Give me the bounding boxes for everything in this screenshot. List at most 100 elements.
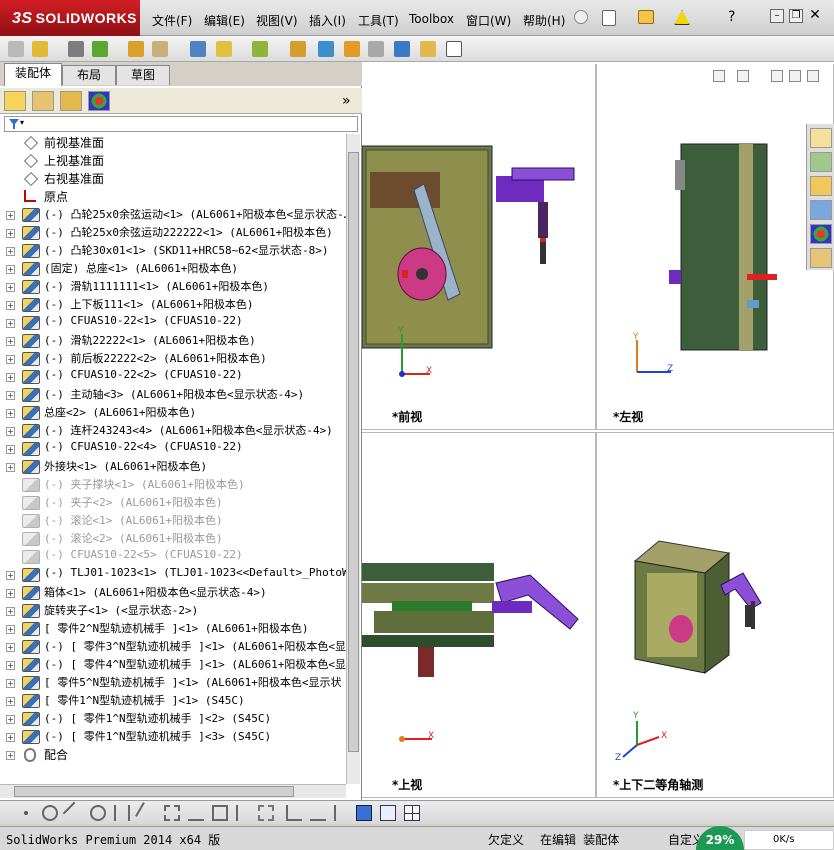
tree-item[interactable]: (-) 滚论<2> (AL6061+阳极本色)	[0, 530, 346, 548]
tree-item[interactable]: + 旋转夹子<1> (<显示状态-2>)	[0, 602, 346, 620]
tree-item[interactable]: + (-) 前后板22222<2> (AL6061+阳极本色)	[0, 350, 346, 368]
menu-edit[interactable]: 编辑(E)	[204, 12, 245, 29]
tree-item[interactable]: + 箱体<1> (AL6061+阳极本色<显示状态-4>)	[0, 584, 346, 602]
solidworks-resources-icon[interactable]	[810, 128, 832, 148]
offset-icon[interactable]	[164, 805, 180, 821]
scrollbar-thumb[interactable]	[348, 152, 359, 752]
warning-icon[interactable]	[674, 10, 690, 25]
instant3d-icon[interactable]	[446, 41, 462, 57]
menu-insert[interactable]: 插入(I)	[309, 12, 346, 29]
menu-toolbox[interactable]: Toolbox	[409, 12, 454, 26]
reference-geometry-icon[interactable]	[252, 41, 268, 57]
expand-toggle-icon[interactable]: +	[6, 427, 15, 436]
exploded-view-icon[interactable]	[344, 41, 360, 57]
tree-item[interactable]: + 配合	[0, 746, 346, 764]
interference-detection-icon[interactable]	[394, 41, 410, 57]
tree-item[interactable]: 前视基准面	[0, 134, 346, 152]
tree-item[interactable]: + [ 零件1^N型轨迹机械手 ]<1> (S45C)	[0, 692, 346, 710]
expand-toggle-icon[interactable]: +	[6, 571, 15, 580]
expand-toggle-icon[interactable]: +	[6, 445, 15, 454]
smart-dimension-icon[interactable]	[286, 805, 302, 821]
expand-toggle-icon[interactable]: +	[6, 373, 15, 382]
expand-toggle-icon[interactable]: +	[6, 697, 15, 706]
smart-fasteners-icon[interactable]	[128, 41, 144, 57]
custom-properties-icon[interactable]	[810, 248, 832, 268]
tab-layout[interactable]: 布局	[62, 65, 116, 85]
point-icon[interactable]	[24, 811, 28, 815]
expand-toggle-icon[interactable]: +	[6, 229, 15, 238]
tree-item[interactable]: 右视基准面	[0, 170, 346, 188]
tree-item[interactable]: + (-) CFUAS10-22<1> (CFUAS10-22)	[0, 314, 346, 332]
move-component-icon[interactable]	[152, 41, 168, 57]
expand-toggle-icon[interactable]: +	[6, 265, 15, 274]
tree-item[interactable]: + (-) 上下板111<1> (AL6061+阳极本色)	[0, 296, 346, 314]
tree-item[interactable]: + (-) 滑轨1111111<1> (AL6061+阳极本色)	[0, 278, 346, 296]
bill-of-materials-icon[interactable]	[318, 41, 334, 57]
tree-item[interactable]: (-) 夹子<2> (AL6061+阳极本色)	[0, 494, 346, 512]
appearances-scenes-icon[interactable]	[810, 224, 832, 244]
tree-filter[interactable]: ▾	[4, 116, 358, 132]
expand-toggle-icon[interactable]: +	[6, 211, 15, 220]
expand-toggle-icon[interactable]: +	[6, 319, 15, 328]
clearance-verification-icon[interactable]	[420, 41, 436, 57]
circle-icon[interactable]	[42, 805, 58, 821]
feature-manager-icon[interactable]	[4, 91, 26, 111]
shaded-display-icon[interactable]	[356, 805, 372, 821]
tab-sketch[interactable]: 草图	[116, 65, 170, 85]
file-explorer-icon[interactable]	[810, 176, 832, 196]
expand-toggle-icon[interactable]: +	[6, 283, 15, 292]
explode-line-sketch-icon[interactable]	[368, 41, 384, 57]
close-button[interactable]: ✕	[808, 8, 822, 23]
assembly-icon[interactable]	[8, 41, 24, 57]
mirror-icon[interactable]	[188, 805, 204, 821]
tab-assembly[interactable]: 装配体	[4, 63, 62, 86]
pin-icon[interactable]	[574, 10, 588, 24]
menu-window[interactable]: 窗口(W)	[466, 12, 511, 29]
tree-item[interactable]: + 外接块<1> (AL6061+阳极本色)	[0, 458, 346, 476]
convert-entities-icon[interactable]	[258, 805, 274, 821]
tree-item[interactable]: + (-) TLJ01-1023<1> (TLJ01-1023<<Default>…	[0, 566, 346, 584]
viewport-unlink-icon[interactable]	[737, 70, 749, 82]
linear-pattern-icon[interactable]	[92, 41, 108, 57]
expand-toggle-icon[interactable]: +	[6, 643, 15, 652]
four-view-icon[interactable]	[404, 805, 420, 821]
expand-toggle-icon[interactable]: +	[6, 355, 15, 364]
expand-toggle-icon[interactable]: +	[6, 391, 15, 400]
rectangle-icon[interactable]	[212, 805, 228, 821]
minimize-button[interactable]: –	[770, 9, 784, 23]
expand-toggle-icon[interactable]: +	[6, 715, 15, 724]
menu-help[interactable]: 帮助(H)	[523, 12, 565, 29]
viewport-front[interactable]: X Y *前视	[362, 64, 596, 430]
configuration-manager-icon[interactable]	[60, 91, 82, 111]
tree-item[interactable]: + 总座<2> (AL6061+阳极本色)	[0, 404, 346, 422]
expand-toggle-icon[interactable]: +	[6, 337, 15, 346]
show-hidden-icon[interactable]	[190, 41, 206, 57]
single-view-icon[interactable]	[380, 805, 396, 821]
expand-toggle-icon[interactable]: +	[6, 463, 15, 472]
expand-toggle-icon[interactable]: +	[6, 625, 15, 634]
expand-panel-icon[interactable]: »	[342, 93, 351, 109]
menu-view[interactable]: 视图(V)	[256, 12, 298, 29]
scrollbar-thumb[interactable]	[14, 786, 294, 797]
expand-toggle-icon[interactable]: +	[6, 301, 15, 310]
tree-horizontal-scrollbar[interactable]	[0, 784, 346, 798]
viewport-link-icon[interactable]	[713, 70, 725, 82]
tree-vertical-scrollbar[interactable]	[346, 134, 360, 784]
tree-item[interactable]: + (-) 凸轮25x0余弦运动<1> (AL6061+阳极本色<显示状态-…	[0, 206, 346, 224]
menu-file[interactable]: 文件(F)	[152, 12, 192, 29]
centerpoint-circle-icon[interactable]	[90, 805, 106, 821]
expand-toggle-icon[interactable]: +	[6, 607, 15, 616]
tree-item[interactable]: + (-) [ 零件1^N型轨迹机械手 ]<2> (S45C)	[0, 710, 346, 728]
tree-item[interactable]: (-) 滚论<1> (AL6061+阳极本色)	[0, 512, 346, 530]
restore-button[interactable]: ❐	[789, 9, 803, 23]
slot-icon[interactable]	[135, 802, 157, 824]
tree-item[interactable]: + (-) 凸轮25x0余弦运动222222<1> (AL6061+阳极本色)	[0, 224, 346, 242]
tree-item[interactable]: + (-) 凸轮30x01<1> (SKD11+HRC58~62<显示状态-8>)	[0, 242, 346, 260]
tree-item[interactable]: + (-) [ 零件1^N型轨迹机械手 ]<3> (S45C)	[0, 728, 346, 746]
tree-item[interactable]: + (-) [ 零件3^N型轨迹机械手 ]<1> (AL6061+阳极本色<显	[0, 638, 346, 656]
tree-item[interactable]: 原点	[0, 188, 346, 206]
tree-item[interactable]: + (-) 连杆243243<4> (AL6061+阳极本色<显示状态-4>)	[0, 422, 346, 440]
tree-item[interactable]: 上视基准面	[0, 152, 346, 170]
design-library-icon[interactable]	[810, 152, 832, 172]
expand-toggle-icon[interactable]: +	[6, 661, 15, 670]
